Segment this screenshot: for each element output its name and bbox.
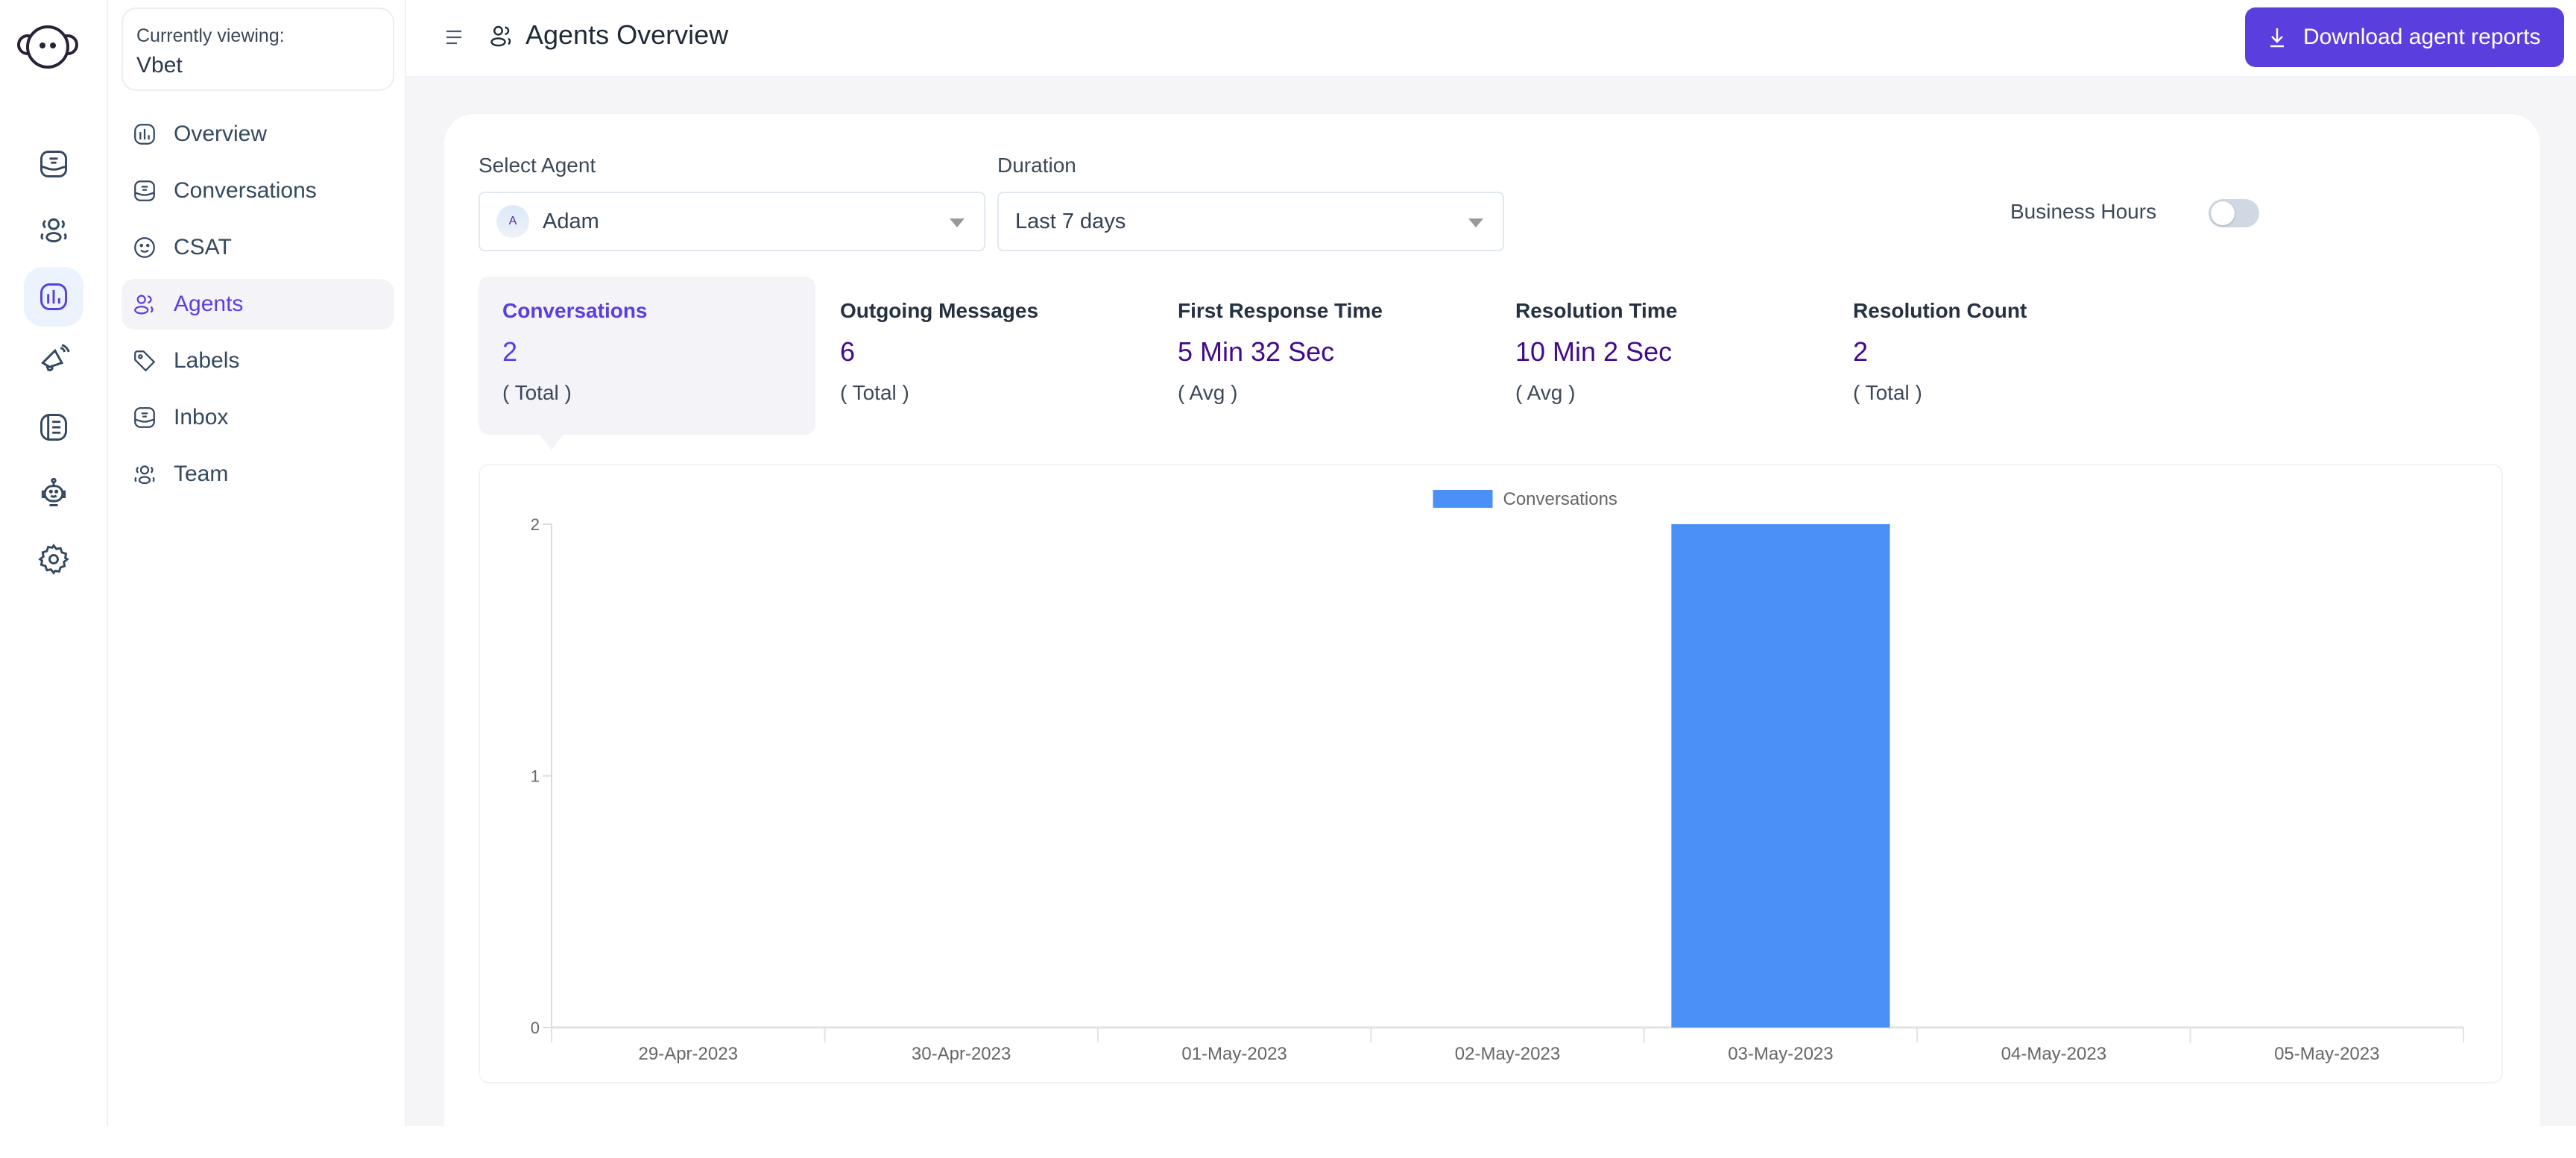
- sidebar-item-overview[interactable]: Overview: [121, 109, 394, 160]
- download-button-label: Download agent reports: [2303, 25, 2541, 49]
- rail-contacts-icon[interactable]: [24, 200, 83, 259]
- chevron-down-icon: [1468, 218, 1483, 227]
- x-tick-label: 05-May-2023: [2274, 1044, 2379, 1064]
- sidebar-item-label: Team: [174, 462, 229, 486]
- business-hours-label: Business Hours: [2010, 200, 2157, 223]
- chart-icon: [134, 124, 155, 145]
- sidebar-item-csat[interactable]: CSAT: [121, 222, 394, 273]
- tag-icon: [134, 350, 156, 372]
- sidebar-item-team[interactable]: Team: [121, 449, 394, 500]
- inbox-icon: [134, 180, 155, 201]
- page-header: Agents Overview Download agent reports: [406, 0, 2576, 78]
- metric-value: 2: [1853, 336, 1869, 367]
- sidebar-item-label: Conversations: [174, 178, 317, 203]
- metric-subtitle: ( Total ): [502, 381, 572, 404]
- rail-bot-icon[interactable]: [24, 463, 83, 523]
- metric-title: Outgoing Messages: [840, 299, 1039, 322]
- main-content: Select Agent A Adam Duration Last 7 days…: [406, 78, 2576, 1158]
- y-tick-label: 1: [531, 767, 540, 786]
- app-logo-icon[interactable]: [16, 22, 79, 72]
- currently-viewing-label: Currently viewing:: [136, 25, 285, 46]
- sidebar-item-label: CSAT: [174, 235, 232, 259]
- y-tick-label: 2: [531, 515, 540, 534]
- chevron-down-icon: [950, 218, 965, 227]
- agents-icon: [134, 295, 154, 315]
- reports-sidebar: Currently viewing: Vbet Overview Convers…: [108, 0, 406, 1126]
- duration-select[interactable]: Last 7 days: [997, 192, 1504, 251]
- account-switcher[interactable]: Currently viewing: Vbet: [121, 7, 394, 91]
- rail-reports-icon[interactable]: [24, 267, 83, 327]
- hamburger-menu-icon[interactable]: [445, 28, 464, 46]
- duration-label: Duration: [997, 154, 1076, 177]
- bar-03-May-2023: [1671, 524, 1890, 1028]
- duration-select-value: Last 7 days: [1015, 209, 1126, 233]
- toggle-knob: [2211, 201, 2235, 225]
- conversations-chart: 0 1 2 29-Apr-2023 30-Apr-2023 01-May-2023 02-M…: [479, 464, 2503, 1083]
- sidebar-item-conversations[interactable]: Conversations: [121, 166, 394, 216]
- metric-subtitle: ( Total ): [1853, 381, 1922, 404]
- sidebar-item-inbox[interactable]: Inbox: [121, 392, 394, 443]
- agent-avatar: A: [496, 205, 529, 238]
- x-tick-label: 04-May-2023: [2001, 1044, 2106, 1064]
- x-tick-label: 03-May-2023: [1728, 1044, 1833, 1064]
- page-title: Agents Overview: [525, 19, 729, 50]
- rail-conversations-icon[interactable]: [24, 134, 83, 194]
- x-tick-label: 30-Apr-2023: [912, 1044, 1011, 1064]
- metric-resolution-count[interactable]: Resolution Count 2 ( Total ): [1829, 277, 2166, 435]
- sidebar-item-label: Inbox: [174, 405, 229, 429]
- x-tick-label: 29-Apr-2023: [639, 1044, 738, 1064]
- team-icon: [134, 465, 155, 485]
- legend-swatch: [1433, 490, 1493, 508]
- metric-title: Resolution Count: [1853, 299, 2027, 322]
- sidebar-item-labels[interactable]: Labels: [121, 336, 394, 386]
- metric-value: 5 Min 32 Sec: [1178, 336, 1335, 367]
- bar-chart: 0 1 2 29-Apr-2023 30-Apr-2023 01-May-2023 02-M…: [531, 489, 2464, 1064]
- rail-settings-gear-icon[interactable]: [24, 529, 83, 589]
- metric-title: Resolution Time: [1515, 299, 1678, 322]
- metric-value: 2: [502, 336, 518, 367]
- metric-resolution-time[interactable]: Resolution Time 10 Min 2 Sec ( Avg ): [1491, 277, 1828, 435]
- sidebar-item-agents[interactable]: Agents: [121, 279, 394, 330]
- legend-label: Conversations: [1503, 489, 1617, 509]
- rail-campaigns-megaphone-icon[interactable]: [24, 330, 83, 390]
- smile-icon: [134, 237, 155, 258]
- agent-select-value: Adam: [543, 209, 599, 233]
- sidebar-item-label: Agents: [174, 292, 244, 316]
- metric-title: First Response Time: [1178, 299, 1383, 322]
- agents-icon: [490, 25, 511, 47]
- sidebar-item-label: Labels: [174, 348, 240, 373]
- metric-value: 6: [840, 336, 856, 367]
- agent-select[interactable]: A Adam: [479, 192, 985, 251]
- x-tick-label: 02-May-2023: [1455, 1044, 1560, 1064]
- x-tick-label: 01-May-2023: [1181, 1044, 1287, 1064]
- rail-help-center-book-icon[interactable]: [24, 397, 83, 457]
- sidebar-item-label: Overview: [174, 122, 268, 146]
- metric-first-response-time[interactable]: First Response Time 5 Min 32 Sec ( Avg ): [1154, 277, 1491, 435]
- icon-rail: [0, 0, 108, 1126]
- y-tick-label: 0: [531, 1019, 540, 1037]
- metric-subtitle: ( Avg ): [1515, 381, 1576, 404]
- metric-subtitle: ( Total ): [840, 381, 909, 404]
- metric-title: Conversations: [502, 299, 648, 322]
- metric-outgoing-messages[interactable]: Outgoing Messages 6 ( Total ): [816, 277, 1153, 435]
- report-card: Select Agent A Adam Duration Last 7 days…: [444, 114, 2540, 1158]
- select-agent-label: Select Agent: [479, 154, 596, 177]
- inbox-icon: [134, 407, 155, 428]
- metric-subtitle: ( Avg ): [1178, 381, 1238, 404]
- business-hours-toggle[interactable]: [2209, 199, 2259, 227]
- download-agent-reports-button[interactable]: Download agent reports: [2245, 7, 2564, 67]
- metric-conversations[interactable]: Conversations 2 ( Total ): [479, 277, 815, 450]
- download-icon: [2270, 28, 2284, 48]
- current-account-name: Vbet: [136, 53, 183, 78]
- metric-value: 10 Min 2 Sec: [1515, 336, 1673, 367]
